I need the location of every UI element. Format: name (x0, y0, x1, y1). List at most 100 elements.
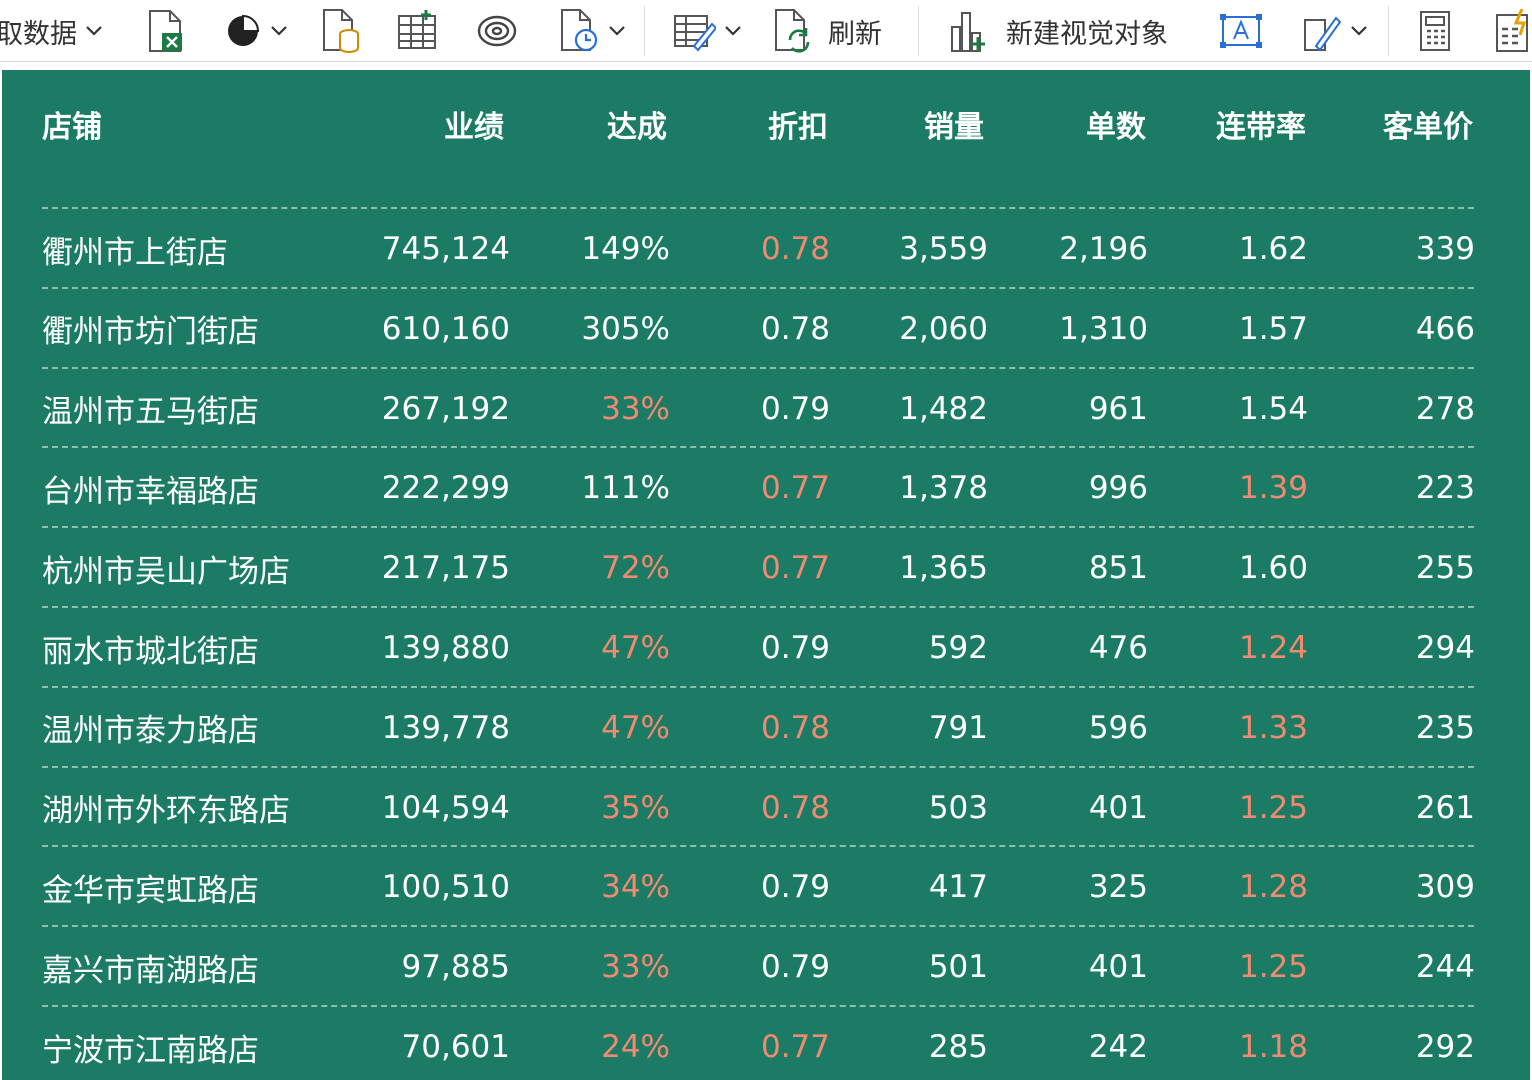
refresh-label: 刷新 (828, 18, 882, 50)
transform-data-button[interactable] (672, 0, 742, 62)
cell-store: 衢州市坊门街店 (42, 314, 259, 351)
ribbon-divider (644, 6, 645, 56)
cell-aov: 292 (1415, 1029, 1475, 1065)
cell-attach: 1.25 (1238, 789, 1308, 826)
cell-store: 嘉兴市南湖路店 (42, 952, 259, 989)
cell-aov: 223 (1415, 470, 1475, 507)
data-hub-button[interactable] (224, 0, 288, 62)
new-visual-label: 新建视觉对象 (1006, 18, 1168, 50)
calculator-icon (1420, 11, 1450, 51)
table-row[interactable]: 温州市五马街店 267,192 33% 0.79 1,482 961 1.54 278 (2, 369, 1530, 449)
table-row[interactable]: 金华市宾虹路店 100,510 34% 0.79 417 325 1.28 309 (2, 847, 1530, 927)
chevron-down-icon (271, 26, 287, 36)
get-data-button[interactable]: 取数据 (0, 0, 103, 62)
cell-aov: 339 (1415, 231, 1475, 267)
cell-store: 衢州市上街店 (42, 234, 228, 271)
table-row[interactable]: 嘉兴市南湖路店 97,885 33% 0.79 501 401 1.25 244 (2, 927, 1530, 1007)
new-measure-button[interactable] (1418, 0, 1452, 62)
cell-store: 杭州市吴山广场店 (42, 553, 290, 590)
chevron-down-icon (609, 26, 625, 36)
table-row[interactable]: 温州市泰力路店 139,778 47% 0.78 791 596 1.33 235 (2, 688, 1530, 768)
column-header-sales[interactable]: 业绩 (342, 70, 504, 178)
cell-orders: 996 (1088, 470, 1148, 507)
excel-workbook-button[interactable] (146, 0, 186, 62)
cell-orders: 325 (1088, 869, 1148, 906)
new-visual-icon (951, 12, 985, 52)
enter-data-button[interactable] (396, 0, 438, 62)
dataverse-icon (477, 15, 517, 47)
database-file-icon (323, 9, 359, 53)
cell-volume: 285 (928, 1029, 988, 1065)
cell-orders: 2,196 (1059, 231, 1148, 267)
cell-attach: 1.54 (1238, 390, 1308, 427)
cell-sales: 97,885 (401, 949, 510, 986)
ribbon-divider (1388, 6, 1389, 56)
recent-sources-icon (561, 9, 598, 52)
dataverse-button[interactable] (476, 0, 518, 62)
cell-achieve: 33% (601, 949, 670, 986)
cell-store: 湖州市外环东路店 (42, 793, 290, 830)
cell-sales: 104,594 (381, 789, 510, 826)
cell-orders: 961 (1088, 390, 1148, 427)
new-visual-button[interactable]: 新建视觉对象 (948, 0, 1168, 62)
text-box-icon (1220, 14, 1262, 48)
table-header: 店铺 业绩 达成 折扣 销量 单数 连带率 客单价 (2, 70, 1530, 180)
more-visuals-button[interactable] (1302, 0, 1368, 62)
cell-sales: 139,778 (381, 709, 510, 746)
cell-sales: 70,601 (401, 1029, 510, 1065)
cell-orders: 242 (1088, 1029, 1148, 1065)
transform-data-icon (674, 15, 716, 52)
table-row[interactable]: 台州市幸福路店 222,299 111% 0.77 1,378 996 1.39 223 (2, 448, 1530, 528)
column-header-achieve[interactable]: 达成 (522, 70, 667, 178)
cell-sales: 610,160 (381, 310, 510, 347)
table-row[interactable]: 湖州市外环东路店 104,594 35% 0.78 503 401 1.25 261 (2, 768, 1530, 848)
data-hub-icon (228, 14, 260, 46)
cell-achieve: 35% (601, 789, 670, 826)
cell-volume: 501 (928, 949, 988, 986)
column-header-attach[interactable]: 连带率 (1162, 70, 1306, 178)
column-header-store[interactable]: 店铺 (42, 70, 102, 178)
cell-discount: 0.77 (760, 550, 830, 587)
column-header-volume[interactable]: 销量 (842, 70, 984, 178)
cell-attach: 1.39 (1238, 470, 1308, 507)
cell-store: 温州市五马街店 (42, 394, 259, 431)
column-header-orders[interactable]: 单数 (1002, 70, 1146, 178)
excel-icon (149, 10, 182, 52)
cell-discount: 0.78 (760, 310, 830, 347)
cell-store: 宁波市江南路店 (42, 1032, 259, 1069)
cell-attach: 1.18 (1238, 1029, 1308, 1065)
store-performance-table[interactable]: 店铺 业绩 达成 折扣 销量 单数 连带率 客单价 衢州市上街店 745,124 1… (2, 70, 1530, 1080)
cell-aov: 309 (1415, 869, 1475, 906)
table-row[interactable]: 杭州市吴山广场店 217,175 72% 0.77 1,365 851 1.60 255 (2, 528, 1530, 608)
cell-sales: 267,192 (381, 390, 510, 427)
cell-discount: 0.77 (760, 470, 830, 507)
cell-volume: 2,060 (899, 310, 988, 347)
cell-attach: 1.62 (1238, 231, 1308, 267)
cell-orders: 476 (1088, 630, 1148, 666)
cell-store: 金华市宾虹路店 (42, 872, 259, 909)
cell-discount: 0.78 (760, 709, 830, 746)
table-row[interactable]: 宁波市江南路店 70,601 24% 0.77 285 242 1.18 292 (2, 1007, 1530, 1080)
cell-discount: 0.77 (760, 1029, 830, 1065)
quick-measure-icon (1496, 9, 1528, 52)
cell-sales: 222,299 (381, 470, 510, 507)
quick-measure-button[interactable] (1494, 0, 1532, 62)
table-row[interactable]: 衢州市上街店 745,124 149% 0.78 3,559 2,196 1.62 339 (2, 209, 1530, 289)
cell-aov: 261 (1415, 789, 1475, 826)
cell-aov: 294 (1415, 630, 1475, 666)
column-header-aov[interactable]: 客单价 (1322, 70, 1473, 178)
edit-visual-icon (1304, 16, 1342, 52)
table-row[interactable]: 衢州市坊门街店 610,160 305% 0.78 2,060 1,310 1.57 466 (2, 289, 1530, 369)
sql-server-button[interactable] (320, 0, 362, 62)
table-row[interactable]: 丽水市城北街店 139,880 47% 0.79 592 476 1.24 294 (2, 608, 1530, 688)
cell-attach: 1.28 (1238, 869, 1308, 906)
recent-sources-button[interactable] (558, 0, 626, 62)
cell-volume: 3,559 (899, 231, 988, 267)
refresh-button[interactable]: 刷新 (772, 0, 882, 62)
ribbon-toolbar: 取数据 刷新 新建视觉对象 (0, 0, 1532, 62)
cell-volume: 1,482 (899, 390, 988, 427)
text-box-button[interactable] (1220, 0, 1262, 62)
cell-aov: 255 (1415, 550, 1475, 587)
column-header-discount[interactable]: 折扣 (682, 70, 828, 178)
cell-sales: 745,124 (381, 231, 510, 267)
